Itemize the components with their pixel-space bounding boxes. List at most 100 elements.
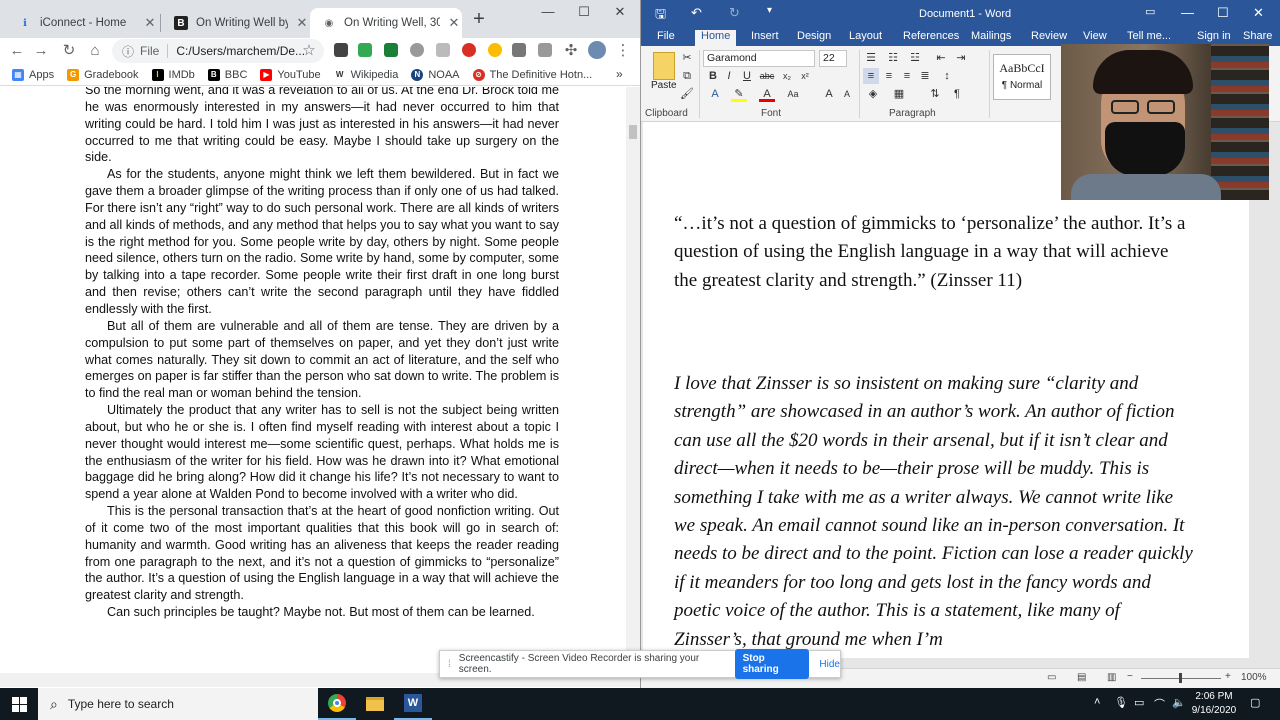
- superscript-icon[interactable]: x²: [797, 68, 813, 84]
- bullets-icon[interactable]: ☰: [863, 50, 879, 66]
- forward-icon[interactable]: →: [30, 40, 52, 62]
- taskbar-clock[interactable]: 2:06 PM 9/16/2020: [1190, 690, 1238, 718]
- customize-qat-icon[interactable]: ▾: [767, 5, 772, 16]
- home-icon[interactable]: ⌂: [84, 40, 106, 62]
- tab-home[interactable]: Home: [695, 30, 737, 46]
- text-effects-icon[interactable]: A: [707, 86, 723, 102]
- taskbar-word[interactable]: W: [394, 688, 432, 720]
- bookmark-youtube[interactable]: ▶ YouTube: [260, 68, 321, 81]
- extension-icon[interactable]: [334, 43, 348, 57]
- tab-design[interactable]: Design: [791, 30, 837, 46]
- zoom-in-button[interactable]: +: [1225, 671, 1231, 682]
- strikethrough-icon[interactable]: abc: [759, 68, 775, 84]
- line-spacing-icon[interactable]: ↕: [939, 68, 955, 84]
- maximize-icon[interactable]: ☐: [572, 4, 596, 22]
- minimize-icon[interactable]: —: [536, 4, 560, 22]
- address-bar[interactable]: ⓘ File C:/Users/marchem/De...: [112, 39, 324, 63]
- shading-icon[interactable]: ◈: [865, 86, 881, 102]
- ribbon-display-icon[interactable]: ▭: [1145, 5, 1155, 18]
- chrome-tab-iconnect[interactable]: ℹ iConnect - Home ✕: [6, 8, 158, 38]
- bookmark-definitive-hotness[interactable]: ⊘ The Definitive Hotn...: [472, 68, 592, 81]
- bold-icon[interactable]: B: [705, 68, 721, 84]
- back-icon[interactable]: ←: [6, 40, 28, 62]
- zoom-out-button[interactable]: −: [1127, 671, 1133, 682]
- paste-button[interactable]: Paste: [651, 80, 677, 91]
- change-case-icon[interactable]: Aa: [785, 86, 801, 102]
- tab-mailings[interactable]: Mailings: [965, 30, 1017, 46]
- extension-icon[interactable]: [488, 43, 502, 57]
- justify-icon[interactable]: ≣: [917, 68, 933, 84]
- bookmark-star-icon[interactable]: ☆: [298, 40, 320, 62]
- extension-icon[interactable]: [384, 43, 398, 57]
- hide-banner-link[interactable]: Hide: [819, 659, 840, 670]
- tab-references[interactable]: References: [897, 30, 965, 46]
- notifications-icon[interactable]: ▢: [1250, 696, 1260, 709]
- document-body[interactable]: I love that Zinsser is so insistent on m…: [674, 370, 1194, 654]
- network-icon[interactable]: ⌒: [1154, 696, 1165, 712]
- bookmark-imdb[interactable]: I IMDb: [151, 68, 195, 81]
- paste-icon[interactable]: [653, 52, 675, 80]
- print-layout-icon[interactable]: ▤: [1077, 672, 1086, 683]
- sort-icon[interactable]: ⇅: [927, 86, 943, 102]
- document-quote[interactable]: “…it’s not a question of gimmicks to ‘pe…: [674, 210, 1194, 295]
- multilevel-list-icon[interactable]: ☳: [907, 50, 923, 66]
- close-tab-icon[interactable]: ✕: [294, 15, 310, 31]
- bookmark-wikipedia[interactable]: W Wikipedia: [333, 68, 398, 81]
- shrink-font-icon[interactable]: A: [839, 86, 855, 102]
- bookmark-gradebook[interactable]: G Gradebook: [67, 68, 139, 81]
- save-icon[interactable]: 🖫: [655, 5, 666, 27]
- cut-icon[interactable]: ✂: [679, 50, 695, 66]
- taskbar-chrome[interactable]: [318, 688, 356, 720]
- zoom-level[interactable]: 100%: [1241, 672, 1267, 683]
- align-left-icon[interactable]: ≡: [863, 68, 879, 84]
- chrome-tab-on-writing-well-pdf[interactable]: ◉ On Writing Well, 30th A ✕: [310, 8, 462, 38]
- close-window-icon[interactable]: ✕: [1253, 5, 1264, 21]
- font-color-icon[interactable]: A: [759, 86, 775, 102]
- increase-indent-icon[interactable]: ⇥: [953, 50, 969, 66]
- tab-layout[interactable]: Layout: [843, 30, 888, 46]
- drag-handle-icon[interactable]: ⁞: [448, 659, 451, 670]
- extension-icon[interactable]: [512, 43, 526, 57]
- borders-icon[interactable]: ▦: [891, 86, 907, 102]
- style-normal[interactable]: AaBbCcI ¶ Normal: [993, 54, 1051, 100]
- menu-kebab-icon[interactable]: ⋮: [612, 40, 634, 62]
- undo-icon[interactable]: ↶: [691, 5, 702, 21]
- align-center-icon[interactable]: ≡: [881, 68, 897, 84]
- web-layout-icon[interactable]: ▥: [1107, 672, 1116, 683]
- bookmark-apps[interactable]: ▦ Apps: [12, 68, 54, 81]
- redo-icon[interactable]: ↻: [729, 5, 740, 21]
- read-mode-icon[interactable]: ▭: [1047, 672, 1056, 683]
- avatar[interactable]: [588, 41, 606, 59]
- extension-icon[interactable]: [358, 43, 372, 57]
- document-page[interactable]: “…it’s not a question of gimmicks to ‘pe…: [643, 122, 1249, 658]
- decrease-indent-icon[interactable]: ⇤: [933, 50, 949, 66]
- font-size-select[interactable]: 22: [819, 50, 847, 67]
- maximize-icon[interactable]: ☐: [1217, 5, 1229, 21]
- volume-icon[interactable]: 🔈: [1172, 696, 1186, 709]
- word-vertical-scrollbar[interactable]: [1263, 122, 1277, 658]
- taskbar-search[interactable]: ⌕ Type here to search: [38, 688, 318, 720]
- show-formatting-icon[interactable]: ¶: [949, 86, 965, 102]
- font-name-select[interactable]: Garamond: [703, 50, 815, 67]
- grow-font-icon[interactable]: A: [821, 86, 837, 102]
- copy-icon[interactable]: ⧉: [679, 68, 695, 84]
- extension-icon[interactable]: [436, 43, 450, 57]
- battery-icon[interactable]: ▭: [1134, 696, 1144, 709]
- close-window-icon[interactable]: ✕: [608, 4, 632, 22]
- stop-sharing-button[interactable]: Stop sharing: [734, 649, 810, 679]
- highlight-icon[interactable]: ✎: [731, 86, 747, 102]
- scrollbar-thumb[interactable]: [629, 125, 637, 139]
- start-button[interactable]: [0, 688, 38, 720]
- subscript-icon[interactable]: x₂: [779, 68, 795, 84]
- extensions-puzzle-icon[interactable]: ✣: [560, 40, 582, 62]
- tab-file[interactable]: File: [651, 30, 681, 46]
- minimize-icon[interactable]: —: [1181, 5, 1194, 20]
- reload-icon[interactable]: ↻: [58, 40, 80, 62]
- screencastify-icon[interactable]: [462, 43, 476, 57]
- extension-icon[interactable]: [538, 43, 552, 57]
- zoom-slider-thumb[interactable]: [1179, 673, 1182, 683]
- extension-icon[interactable]: [410, 43, 424, 57]
- microphone-icon[interactable]: 🎙: [1114, 696, 1128, 709]
- align-right-icon[interactable]: ≡: [899, 68, 915, 84]
- tab-insert[interactable]: Insert: [745, 30, 785, 46]
